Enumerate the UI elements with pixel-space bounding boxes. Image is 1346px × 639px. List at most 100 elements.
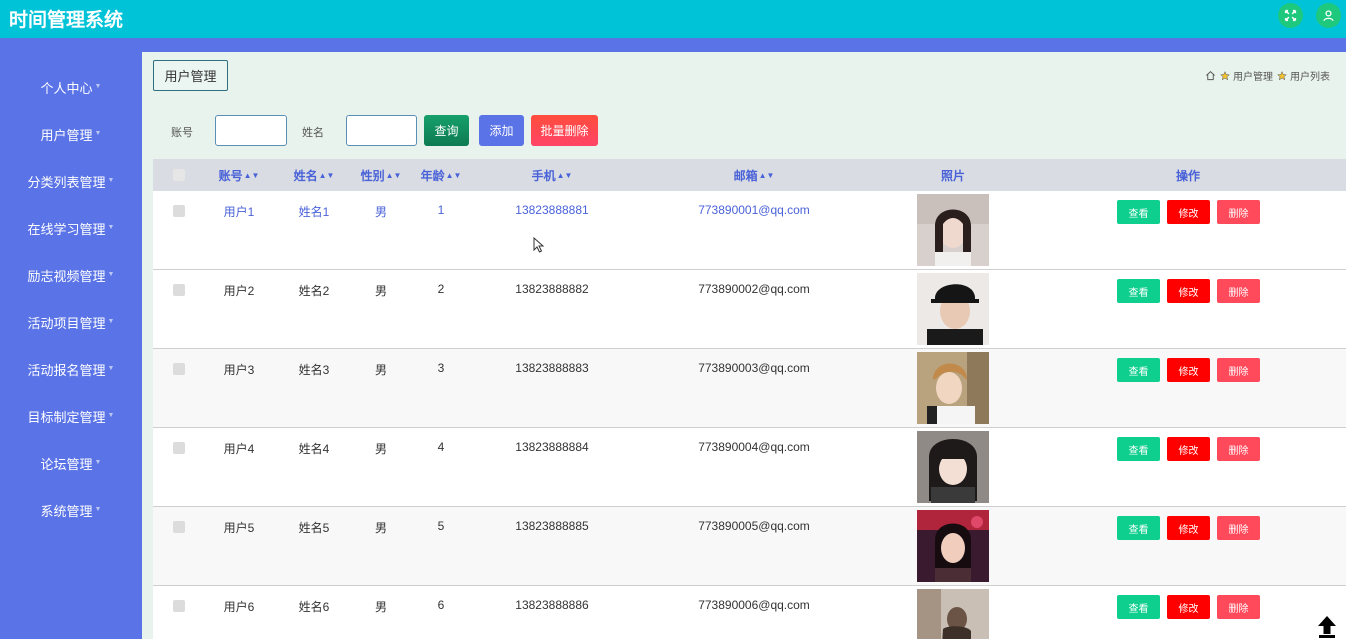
cell-phone: 13823888884 bbox=[515, 440, 589, 454]
column-header-account[interactable]: 账号 ▲▼ bbox=[219, 159, 260, 191]
page-tag: 用户管理 bbox=[153, 60, 228, 91]
sort-icon: ▲▼ bbox=[385, 170, 402, 180]
cell-name: 姓名6 bbox=[298, 600, 330, 614]
table-row[interactable]: 用户5 姓名5 男 5 13823888885 773890005@qq.com… bbox=[153, 507, 1346, 586]
sidebar-item-label: 在线学习管理 bbox=[27, 221, 106, 237]
star-icon bbox=[1277, 70, 1287, 81]
table-row[interactable]: 用户4 姓名4 男 4 13823888884 773890004@qq.com… bbox=[153, 428, 1346, 507]
sidebar-item-system[interactable]: 系统管理 ▼ bbox=[0, 495, 142, 525]
cell-age: 3 bbox=[437, 361, 445, 375]
column-header-photo: 照片 bbox=[941, 159, 965, 191]
name-label: 姓名 bbox=[302, 127, 324, 139]
cell-name: 姓名2 bbox=[298, 284, 330, 298]
user-photo bbox=[917, 194, 989, 266]
row-checkbox[interactable] bbox=[173, 521, 185, 533]
account-input[interactable] bbox=[215, 115, 287, 146]
sidebar-item-motivation-video[interactable]: 励志视频管理 ▼ bbox=[0, 260, 142, 290]
breadcrumb-item-user-list: 用户列表 bbox=[1290, 72, 1330, 83]
cell-name: 姓名3 bbox=[298, 363, 330, 377]
cell-phone: 13823888886 bbox=[515, 598, 589, 612]
edit-button[interactable]: 修改 bbox=[1167, 516, 1210, 540]
column-header-label: 性别 bbox=[360, 168, 385, 183]
table-row[interactable]: 用户1 姓名1 男 1 13823888881 773890001@qq.com… bbox=[153, 191, 1346, 270]
edit-button[interactable]: 修改 bbox=[1167, 279, 1210, 303]
edit-button[interactable]: 修改 bbox=[1167, 437, 1210, 461]
cell-gender: 男 bbox=[374, 284, 388, 298]
row-checkbox[interactable] bbox=[173, 363, 185, 375]
column-header-label: 手机 bbox=[531, 168, 556, 183]
table-row[interactable]: 用户6 姓名6 男 6 13823888886 773890006@qq.com… bbox=[153, 586, 1346, 639]
row-checkbox[interactable] bbox=[173, 442, 185, 454]
view-button[interactable]: 查看 bbox=[1117, 595, 1160, 619]
row-checkbox[interactable] bbox=[173, 205, 185, 217]
query-button[interactable]: 查询 bbox=[424, 115, 469, 146]
view-button[interactable]: 查看 bbox=[1117, 358, 1160, 382]
sidebar-item-label: 论坛管理 bbox=[40, 456, 93, 472]
sidebar-item-label: 活动项目管理 bbox=[27, 315, 106, 331]
cell-phone: 13823888885 bbox=[515, 519, 589, 533]
view-button[interactable]: 查看 bbox=[1117, 279, 1160, 303]
delete-button[interactable]: 删除 bbox=[1217, 200, 1260, 224]
row-checkbox[interactable] bbox=[173, 284, 185, 296]
delete-button[interactable]: 删除 bbox=[1217, 437, 1260, 461]
cell-account: 用户5 bbox=[223, 521, 255, 535]
account-label: 账号 bbox=[171, 127, 193, 139]
sort-icon: ▲▼ bbox=[318, 170, 335, 180]
column-header-email[interactable]: 邮箱 ▲▼ bbox=[734, 159, 775, 191]
delete-button[interactable]: 删除 bbox=[1217, 279, 1260, 303]
column-header-name[interactable]: 姓名 ▲▼ bbox=[294, 159, 335, 191]
table-row[interactable]: 用户2 姓名2 男 2 13823888882 773890002@qq.com… bbox=[153, 270, 1346, 349]
user-photo bbox=[917, 510, 989, 582]
caret-down-icon: ▼ bbox=[107, 270, 115, 278]
sidebar-item-online-learning[interactable]: 在线学习管理 ▼ bbox=[0, 213, 142, 243]
sidebar-item-user-management[interactable]: 用户管理 ▼ bbox=[0, 119, 142, 149]
cell-account: 用户2 bbox=[223, 284, 255, 298]
sidebar-item-activity-signup[interactable]: 活动报名管理 ▼ bbox=[0, 354, 142, 384]
batch-delete-button[interactable]: 批量删除 bbox=[531, 115, 598, 146]
cell-age: 2 bbox=[437, 282, 445, 296]
fullscreen-icon[interactable] bbox=[1278, 3, 1303, 28]
add-button[interactable]: 添加 bbox=[479, 115, 524, 146]
delete-button[interactable]: 删除 bbox=[1217, 595, 1260, 619]
caret-down-icon: ▼ bbox=[94, 129, 102, 137]
sidebar-item-goal-setting[interactable]: 目标制定管理 ▼ bbox=[0, 401, 142, 431]
edit-button[interactable]: 修改 bbox=[1167, 358, 1210, 382]
name-input[interactable] bbox=[346, 115, 417, 146]
sidebar-item-label: 目标制定管理 bbox=[27, 409, 106, 425]
cell-account: 用户3 bbox=[223, 363, 255, 377]
back-to-top-icon[interactable] bbox=[1316, 614, 1338, 639]
edit-button[interactable]: 修改 bbox=[1167, 595, 1210, 619]
column-header-age[interactable]: 年龄 ▲▼ bbox=[421, 159, 462, 191]
row-checkbox[interactable] bbox=[173, 600, 185, 612]
column-header-gender[interactable]: 性别 ▲▼ bbox=[361, 159, 402, 191]
app-title: 时间管理系统 bbox=[9, 10, 124, 31]
fullscreen-glyph bbox=[1284, 9, 1297, 22]
delete-button[interactable]: 删除 bbox=[1217, 358, 1260, 382]
sort-icon: ▲▼ bbox=[243, 170, 260, 180]
cell-name: 姓名1 bbox=[298, 205, 330, 219]
sidebar-item-activity-project[interactable]: 活动项目管理 ▼ bbox=[0, 307, 142, 337]
sidebar-item-forum[interactable]: 论坛管理 ▼ bbox=[0, 448, 142, 478]
user-photo bbox=[917, 273, 989, 345]
user-icon[interactable] bbox=[1316, 3, 1341, 28]
cell-email: 773890002@qq.com bbox=[698, 282, 810, 296]
column-header-label: 年龄 bbox=[420, 168, 445, 183]
cell-name: 姓名4 bbox=[298, 442, 330, 456]
breadcrumb-item-user-management[interactable]: 用户管理 bbox=[1233, 68, 1273, 83]
caret-down-icon: ▼ bbox=[94, 458, 102, 466]
sidebar-item-category-list[interactable]: 分类列表管理 ▼ bbox=[0, 166, 142, 196]
caret-down-icon: ▼ bbox=[107, 364, 115, 372]
table-header: 账号 ▲▼ 姓名 ▲▼ 性别 ▲▼ 年龄 ▲▼ 手机 ▲▼ 邮箱 ▲▼ 照片 操作 bbox=[153, 159, 1346, 191]
view-button[interactable]: 查看 bbox=[1117, 437, 1160, 461]
caret-down-icon: ▼ bbox=[94, 82, 102, 90]
delete-button[interactable]: 删除 bbox=[1217, 516, 1260, 540]
select-all-checkbox[interactable] bbox=[173, 169, 185, 181]
view-button[interactable]: 查看 bbox=[1117, 516, 1160, 540]
view-button[interactable]: 查看 bbox=[1117, 200, 1160, 224]
edit-button[interactable]: 修改 bbox=[1167, 200, 1210, 224]
sidebar-item-personal-center[interactable]: 个人中心 ▼ bbox=[0, 72, 142, 102]
table-row[interactable]: 用户3 姓名3 男 3 13823888883 773890003@qq.com… bbox=[153, 349, 1346, 428]
column-header-phone[interactable]: 手机 ▲▼ bbox=[532, 159, 573, 191]
home-icon[interactable] bbox=[1205, 70, 1216, 81]
column-header-label: 姓名 bbox=[293, 168, 318, 183]
